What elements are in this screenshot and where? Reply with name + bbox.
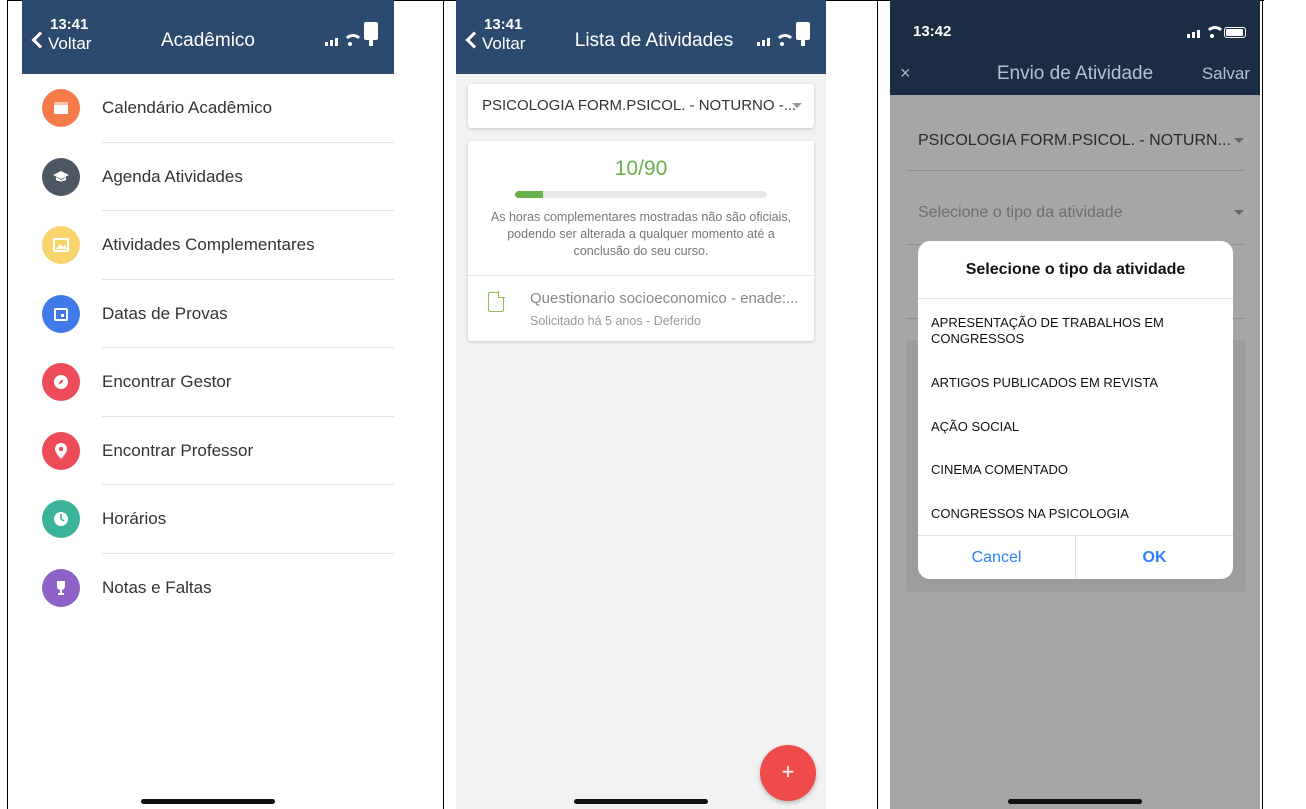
signal-icon	[1187, 30, 1200, 38]
signal-icon	[325, 38, 338, 46]
cancel-button[interactable]: Cancel	[918, 536, 1075, 579]
screen-academico: 13:41 Voltar Acadêmico Calendário Acadêm…	[22, 0, 394, 809]
hours-disclaimer: As horas complementares mostradas não sã…	[490, 210, 792, 258]
calendar-day-icon	[42, 294, 80, 333]
home-indicator	[1008, 799, 1142, 804]
menu-item-notas-faltas[interactable]: Notas e Faltas	[22, 554, 394, 623]
dialog-option[interactable]: ARTIGOS PUBLICADOS EM REVISTA	[931, 375, 1211, 391]
hours-progress-bar	[515, 191, 767, 198]
trophy-icon	[42, 568, 80, 607]
course-select[interactable]: PSICOLOGIA FORM.PSICOL. - NOTURNO -...	[468, 84, 814, 128]
hours-count: 10/90	[614, 157, 668, 180]
menu-item-calendario[interactable]: Calendário Acadêmico	[22, 74, 394, 143]
map-pin-icon	[42, 431, 80, 470]
home-indicator	[141, 799, 275, 804]
wifi-icon	[775, 34, 795, 46]
screen-envio-atividade: 13:42 × Envio de Atividade Salvar PSICOL…	[890, 0, 1260, 809]
menu-label: Calendário Acadêmico	[102, 98, 273, 118]
menu-label: Agenda Atividades	[102, 166, 243, 186]
menu-list: Calendário Acadêmico Agenda Atividades A…	[22, 74, 394, 622]
nav-bar: 13:42 × Envio de Atividade Salvar	[890, 0, 1260, 95]
menu-item-datas-provas[interactable]: Datas de Provas	[22, 280, 394, 348]
battery-icon	[794, 22, 812, 46]
caret-down-icon	[1234, 138, 1244, 143]
course-select-value: PSICOLOGIA FORM.PSICOL. - NOTURNO -...	[482, 97, 797, 114]
activity-type-select[interactable]: Selecione o tipo da atividade	[918, 204, 1246, 222]
save-button[interactable]: Salvar	[1202, 64, 1250, 84]
wifi-icon	[1205, 26, 1225, 38]
ok-button[interactable]: OK	[1075, 536, 1233, 579]
menu-item-horarios[interactable]: Horários	[22, 485, 394, 554]
dialog-option[interactable]: AÇÃO SOCIAL	[931, 419, 1211, 435]
divider	[906, 170, 1244, 171]
status-icons	[757, 22, 812, 46]
status-icons	[1187, 26, 1246, 38]
caret-down-icon	[792, 103, 802, 108]
progress-fill	[515, 191, 543, 198]
activity-status: Solicitado há 5 anos - Deferido	[530, 314, 701, 328]
menu-label: Encontrar Gestor	[102, 372, 232, 392]
activity-type-placeholder: Selecione o tipo da atividade	[918, 204, 1123, 221]
compass-icon	[42, 363, 80, 402]
course-select[interactable]: PSICOLOGIA FORM.PSICOL. - NOTURN...	[918, 132, 1246, 150]
hours-card: 10/90 As horas complementares mostradas …	[468, 141, 814, 341]
graduation-cap-icon	[42, 157, 80, 196]
dialog-buttons: Cancel OK	[918, 535, 1233, 579]
dialog-option[interactable]: CONGRESSOS NA PSICOLOGIA	[931, 506, 1211, 522]
course-select-value: PSICOLOGIA FORM.PSICOL. - NOTURN...	[918, 132, 1231, 149]
dialog-title: Selecione o tipo da atividade	[965, 261, 1186, 278]
menu-label: Horários	[102, 509, 167, 529]
activity-title[interactable]: Questionario socioeconomico - enade:...	[530, 290, 810, 307]
divider	[468, 275, 814, 276]
nav-bar: 13:41 Voltar Lista de Atividades	[456, 0, 826, 74]
menu-item-encontrar-gestor[interactable]: Encontrar Gestor	[22, 348, 394, 417]
activity-type-dialog: Selecione o tipo da atividade APRESENTAÇ…	[918, 241, 1233, 579]
home-indicator	[574, 799, 708, 804]
add-activity-button[interactable]: +	[760, 745, 816, 801]
menu-item-encontrar-professor[interactable]: Encontrar Professor	[22, 417, 394, 485]
document-icon	[488, 291, 505, 312]
wifi-icon	[343, 34, 363, 46]
image-icon	[42, 226, 80, 265]
screen-lista-atividades: 13:41 Voltar Lista de Atividades PSICOLO…	[456, 0, 826, 809]
calendar-icon	[42, 89, 80, 128]
status-time: 13:42	[913, 23, 952, 40]
nav-bar: 13:41 Voltar Acadêmico	[22, 0, 394, 74]
signal-icon	[757, 38, 770, 46]
dialog-option[interactable]: CINEMA COMENTADO	[931, 462, 1211, 478]
menu-label: Encontrar Professor	[102, 440, 254, 460]
menu-label: Atividades Complementares	[102, 235, 315, 255]
menu-item-atividades-complementares[interactable]: Atividades Complementares	[22, 211, 394, 280]
dialog-option[interactable]: APRESENTAÇÃO DE TRABALHOS EM CONGRESSOS	[931, 315, 1211, 347]
caret-down-icon	[1234, 210, 1244, 215]
battery-icon	[1224, 27, 1246, 38]
status-icons	[325, 22, 380, 46]
menu-item-agenda[interactable]: Agenda Atividades	[22, 143, 394, 211]
menu-label: Datas de Provas	[102, 303, 228, 323]
divider	[918, 298, 1233, 299]
clock-icon	[42, 500, 80, 539]
battery-icon	[362, 22, 380, 46]
menu-label: Notas e Faltas	[102, 577, 212, 597]
